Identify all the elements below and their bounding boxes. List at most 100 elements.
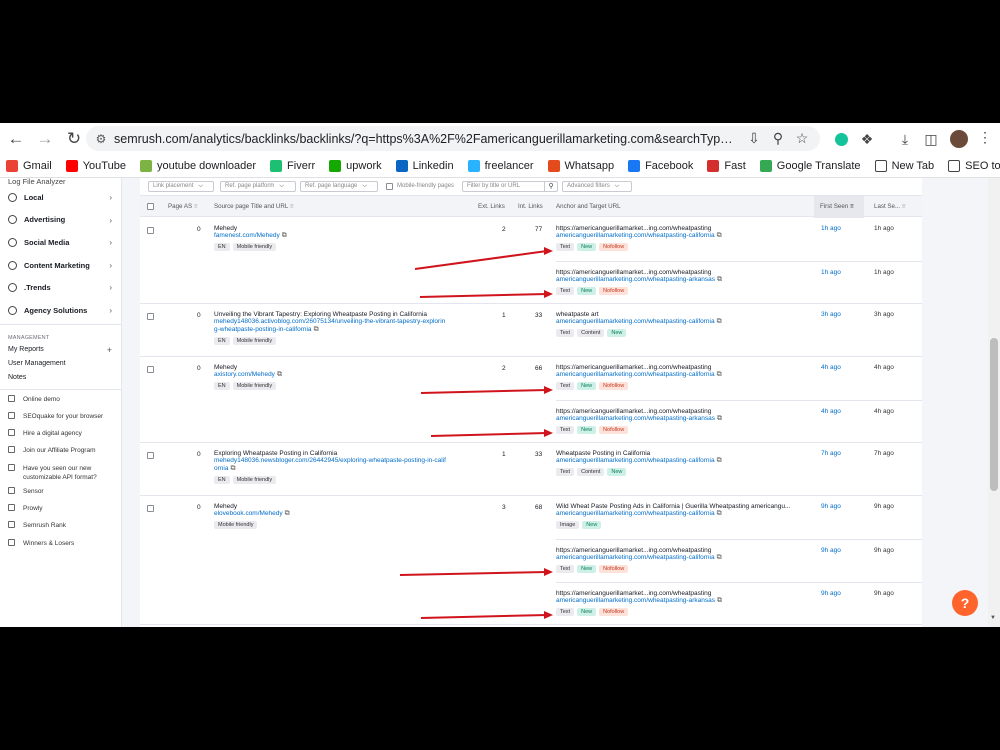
col-ext-links[interactable]: Ext. Links (478, 196, 505, 218)
link-placement-dropdown[interactable]: Link placement ⌵ (148, 180, 214, 192)
scrollbar-thumb[interactable] (990, 338, 998, 491)
col-last-seen[interactable]: Last Se... ≡ (874, 196, 906, 218)
target-url-link[interactable]: americanguerillamarketing.com/wheatpasti… (556, 554, 722, 562)
select-all-checkbox[interactable] (147, 196, 154, 218)
source-url-link[interactable]: g-wheatpaste-posting-in-california ⧉ (214, 326, 445, 334)
sidebar-section-agency-solutions[interactable]: Agency Solutions › (0, 299, 121, 322)
external-link-icon[interactable]: ⧉ (717, 597, 722, 604)
bookmark-star-icon[interactable]: ☆ (790, 130, 814, 147)
external-link-icon[interactable]: ⧉ (285, 510, 290, 517)
sidebar-item-my-reports[interactable]: My Reports + (0, 343, 121, 357)
target-url-link[interactable]: americanguerillamarketing.com/wheatpasti… (556, 371, 722, 379)
mobile-friendly-checkbox[interactable] (386, 182, 393, 190)
plus-icon[interactable]: + (107, 343, 112, 357)
ref-page-platform-dropdown[interactable]: Ref. page platform ⌵ (220, 180, 296, 192)
ref-page-language-dropdown[interactable]: Ref. page language ⌵ (300, 180, 378, 192)
col-page-as[interactable]: Page AS ≡ (168, 196, 197, 218)
external-link-icon[interactable]: ⧉ (717, 276, 722, 283)
reload-icon[interactable]: ↻ (61, 126, 87, 152)
bookmark-item[interactable]: Fiverr (270, 159, 315, 172)
target-url-link[interactable]: americanguerillamarketing.com/wheatpasti… (556, 276, 722, 284)
source-url-link[interactable]: elovebook.com/Mehedy ⧉ (214, 510, 290, 518)
extensions-puzzle-icon[interactable]: ❖ (856, 127, 878, 151)
mobile-friendly-filter[interactable]: Mobile-friendly pages (386, 182, 454, 190)
zoom-icon[interactable]: ⚲ (766, 130, 790, 147)
back-arrow-icon[interactable]: ← (3, 126, 29, 152)
bookmark-item[interactable]: New Tab (874, 159, 934, 172)
sidebar-link[interactable]: Join our Affiliate Program (0, 441, 121, 458)
target-url-link[interactable]: americanguerillamarketing.com/wheatpasti… (556, 232, 722, 240)
row-checkbox[interactable] (147, 452, 154, 459)
external-link-icon[interactable]: ⧉ (717, 371, 722, 378)
sidebar-section-advertising[interactable]: Advertising › (0, 209, 121, 232)
sidebar-link[interactable]: Have you seen our new customizable API f… (0, 459, 121, 482)
sidebar-item-user-management[interactable]: User Management (0, 357, 121, 371)
target-url-link[interactable]: americanguerillamarketing.com/wheatpasti… (556, 457, 722, 465)
advanced-filters-dropdown[interactable]: Advanced filters ⌵ (562, 180, 633, 192)
more-menu-icon[interactable]: ⋮ (978, 129, 992, 146)
extension-grammarly-icon[interactable] (830, 127, 852, 151)
address-bar[interactable]: ⚙ semrush.com/analytics/backlinks/backli… (86, 126, 820, 151)
bookmark-item[interactable]: Linkedin (395, 159, 454, 172)
sidebar-link[interactable]: Online demo (0, 390, 121, 407)
target-url-link[interactable]: americanguerillamarketing.com/wheatpasti… (556, 415, 722, 423)
row-checkbox[interactable] (147, 505, 154, 512)
sidebar-link[interactable]: SEOquake for your browser (0, 407, 121, 424)
target-url-link[interactable]: americanguerillamarketing.com/wheatpasti… (556, 597, 722, 605)
bookmark-item[interactable]: Facebook (628, 159, 693, 172)
sidebar-link[interactable]: Semrush Rank (0, 516, 121, 533)
sidebar-item-notes[interactable]: Notes (0, 371, 121, 385)
url-text[interactable]: semrush.com/analytics/backlinks/backlink… (114, 132, 734, 146)
search-input[interactable]: Filter by title or URL ⚲ (462, 180, 559, 192)
page-scrollbar[interactable]: ▼ (988, 178, 1000, 627)
sidebar-link[interactable]: Prowly (0, 499, 121, 516)
bookmark-item[interactable]: upwork (329, 159, 382, 172)
help-button[interactable]: ? (952, 590, 978, 616)
source-url-link[interactable]: mehedy148036.newsbloger.com/26442945/exp… (214, 457, 446, 465)
row-checkbox[interactable] (147, 313, 154, 320)
external-link-icon[interactable]: ⧉ (717, 318, 722, 325)
sidebar-section-local[interactable]: Local › (0, 186, 121, 209)
sidebar-link[interactable]: Hire a digital agency (0, 424, 121, 441)
site-settings-icon[interactable]: ⚙ (90, 132, 112, 146)
bookmark-item[interactable]: YouTube (65, 159, 126, 172)
bookmark-item[interactable]: Google Translate (759, 159, 861, 172)
col-anchor[interactable]: Anchor and Target URL (556, 196, 621, 218)
col-first-seen[interactable]: First Seen ≡ (814, 196, 864, 218)
install-app-icon[interactable]: ⇩ (742, 130, 766, 147)
bookmark-item[interactable]: youtube downloader (139, 159, 256, 172)
external-link-icon[interactable]: ⧉ (717, 510, 722, 517)
row-checkbox[interactable] (147, 227, 154, 234)
forward-arrow-icon[interactable]: → (32, 126, 58, 152)
sidebar-section-content-marketing[interactable]: Content Marketing › (0, 254, 121, 277)
external-link-icon[interactable]: ⧉ (314, 326, 319, 333)
source-url-link[interactable]: famenest.com/Mehedy ⧉ (214, 232, 287, 240)
external-link-icon[interactable]: ⧉ (717, 457, 722, 464)
col-source[interactable]: Source page Title and URL ≡ (214, 196, 293, 218)
profile-avatar[interactable] (950, 130, 968, 148)
sidebar-item-log-file-analyzer[interactable]: Log File Analyzer (0, 178, 121, 186)
external-link-icon[interactable]: ⧉ (717, 554, 722, 561)
scroll-down-arrow-icon[interactable]: ▼ (990, 615, 996, 621)
source-url-link[interactable]: mehedy148036.activoblog.com/26075134/unv… (214, 318, 445, 326)
bookmark-item[interactable]: Whatsapp (547, 159, 614, 172)
col-int-links[interactable]: Int. Links (518, 196, 543, 218)
source-url-link[interactable]: axistory.com/Mehedy ⧉ (214, 371, 282, 379)
external-link-icon[interactable]: ⧉ (230, 465, 235, 472)
side-panel-icon[interactable]: ◫ (920, 127, 942, 151)
download-icon[interactable]: ⤓ (894, 127, 916, 151)
sidebar-link[interactable]: Winners & Losers (0, 534, 121, 551)
sidebar-section-social-media[interactable]: Social Media › (0, 231, 121, 254)
bookmark-item[interactable]: freelancer (467, 159, 534, 172)
external-link-icon[interactable]: ⧉ (277, 371, 282, 378)
source-url-link[interactable]: ornia ⧉ (214, 465, 446, 473)
bookmark-item[interactable]: Gmail (6, 159, 52, 172)
sidebar-link[interactable]: Sensor (0, 482, 121, 499)
external-link-icon[interactable]: ⧉ (717, 415, 722, 422)
target-url-link[interactable]: americanguerillamarketing.com/wheatpasti… (556, 318, 722, 326)
bookmark-item[interactable]: SEO tools (948, 159, 1000, 172)
search-icon[interactable]: ⚲ (544, 180, 557, 192)
target-url-link[interactable]: americanguerillamarketing.com/wheatpasti… (556, 510, 790, 518)
row-checkbox[interactable] (147, 366, 154, 373)
sidebar-section-trends[interactable]: .Trends › (0, 276, 121, 299)
